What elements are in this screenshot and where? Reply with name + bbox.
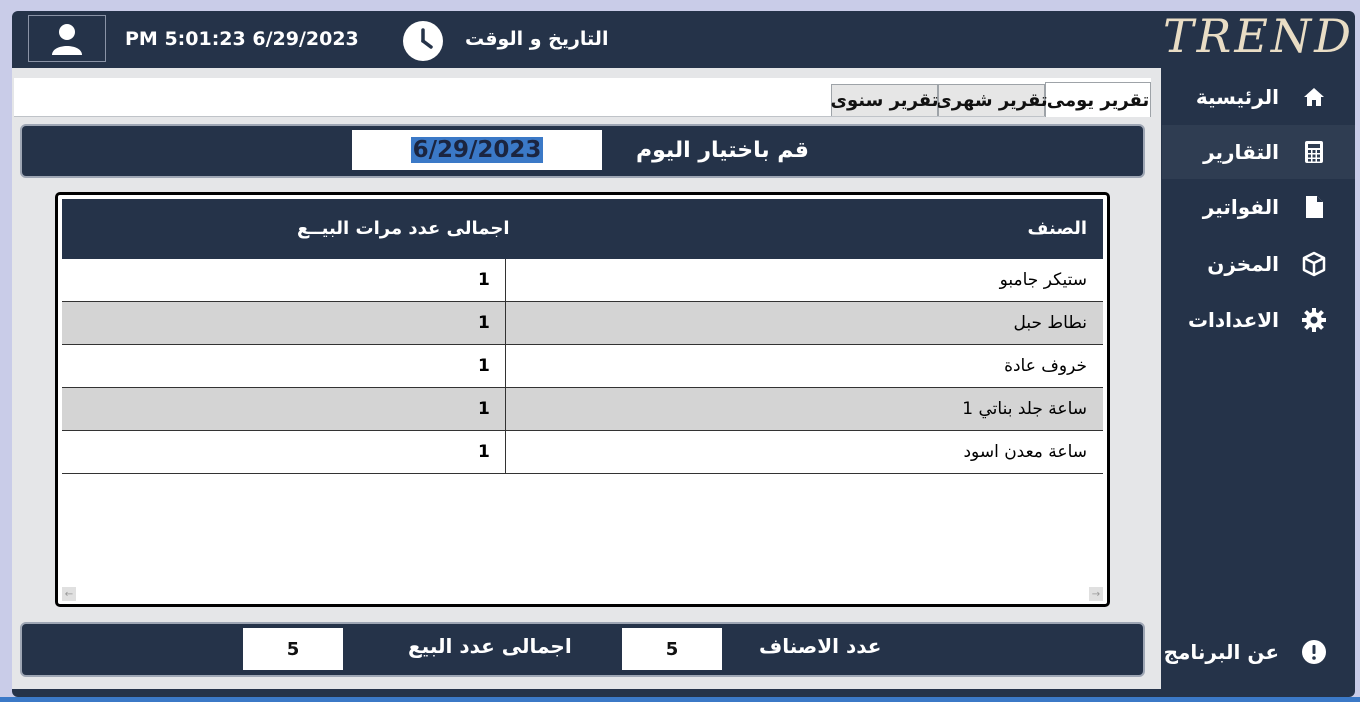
sidebar-item-label: الرئيسية	[1195, 85, 1279, 109]
table-row[interactable]: ساعة معدن اسود 1	[62, 431, 1103, 474]
column-header-item: الصنف	[1027, 218, 1087, 239]
date-value: 6/29/2023	[410, 137, 544, 163]
item-count: 1	[478, 270, 490, 290]
sales-count-label: اجمالى عدد البيع	[408, 634, 572, 658]
date-picker[interactable]: 6/29/2023	[352, 130, 602, 170]
sidebar-item-home[interactable]: الرئيسية	[1162, 70, 1355, 124]
scroll-left-icon[interactable]: ←	[62, 587, 76, 601]
app-logo: TREND	[1163, 9, 1355, 63]
table-row[interactable]: ستيكر جامبو 1	[62, 259, 1103, 302]
item-name: ستيكر جامبو	[999, 270, 1087, 290]
report-table: الصنف اجمالى عدد مرات البيــع ستيكر جامب…	[55, 192, 1110, 607]
items-count-label: عدد الاصناف	[759, 634, 882, 658]
sidebar-item-settings[interactable]: الاعدادات	[1162, 293, 1355, 347]
items-count-value: 5	[622, 628, 722, 670]
home-icon	[1301, 84, 1327, 110]
table-row[interactable]: خروف عادة 1	[62, 345, 1103, 388]
sidebar-item-label: التقارير	[1203, 140, 1279, 164]
date-label: قم باختيار اليوم	[636, 138, 809, 163]
info-icon	[1301, 639, 1327, 665]
sidebar-item-label: المخزن	[1207, 252, 1279, 276]
sidebar-item-warehouse[interactable]: المخزن	[1162, 237, 1355, 291]
item-name: خروف عادة	[1004, 356, 1087, 376]
clock-icon	[403, 21, 443, 61]
item-name: ساعة معدن اسود	[963, 442, 1087, 462]
sales-count-value: 5	[243, 628, 343, 670]
sidebar-item-label: عن البرنامج	[1163, 640, 1279, 664]
file-icon	[1301, 194, 1327, 220]
tab-yearly-report[interactable]: تقرير سنوى	[831, 84, 938, 116]
sidebar-item-reports[interactable]: التقارير	[1162, 125, 1355, 179]
sidebar-item-label: الاعدادات	[1187, 308, 1279, 332]
user-button[interactable]	[28, 15, 106, 62]
gear-icon	[1301, 307, 1327, 333]
window-bottom-border	[0, 697, 1360, 702]
sidebar-item-about[interactable]: عن البرنامج	[1162, 625, 1355, 679]
table-header: الصنف اجمالى عدد مرات البيــع	[62, 199, 1103, 259]
summary-panel	[20, 622, 1145, 677]
item-count: 1	[478, 356, 490, 376]
sidebar-item-invoices[interactable]: الفواتير	[1162, 180, 1355, 234]
box-icon	[1301, 251, 1327, 277]
item-count: 1	[478, 313, 490, 333]
item-count: 1	[478, 442, 490, 462]
sidebar-item-label: الفواتير	[1202, 195, 1279, 219]
tab-monthly-report[interactable]: تقرير شهرى	[935, 84, 1048, 116]
current-datetime: PM 5:01:23 6/29/2023	[125, 28, 359, 50]
item-name: ساعة جلد بناتي 1	[962, 399, 1087, 419]
tab-daily-report[interactable]: تقرير يومى	[1045, 82, 1151, 117]
user-icon	[52, 23, 82, 55]
datetime-label: التاريخ و الوقت	[465, 28, 609, 50]
table-row[interactable]: ساعة جلد بناتي 1 1	[62, 388, 1103, 431]
table-row[interactable]: نطاط حبل 1	[62, 302, 1103, 345]
item-count: 1	[478, 399, 490, 419]
item-name: نطاط حبل	[1013, 313, 1088, 333]
scroll-right-icon[interactable]: →	[1089, 587, 1103, 601]
column-header-count: اجمالى عدد مرات البيــع	[297, 218, 510, 239]
calculator-icon	[1301, 139, 1327, 165]
